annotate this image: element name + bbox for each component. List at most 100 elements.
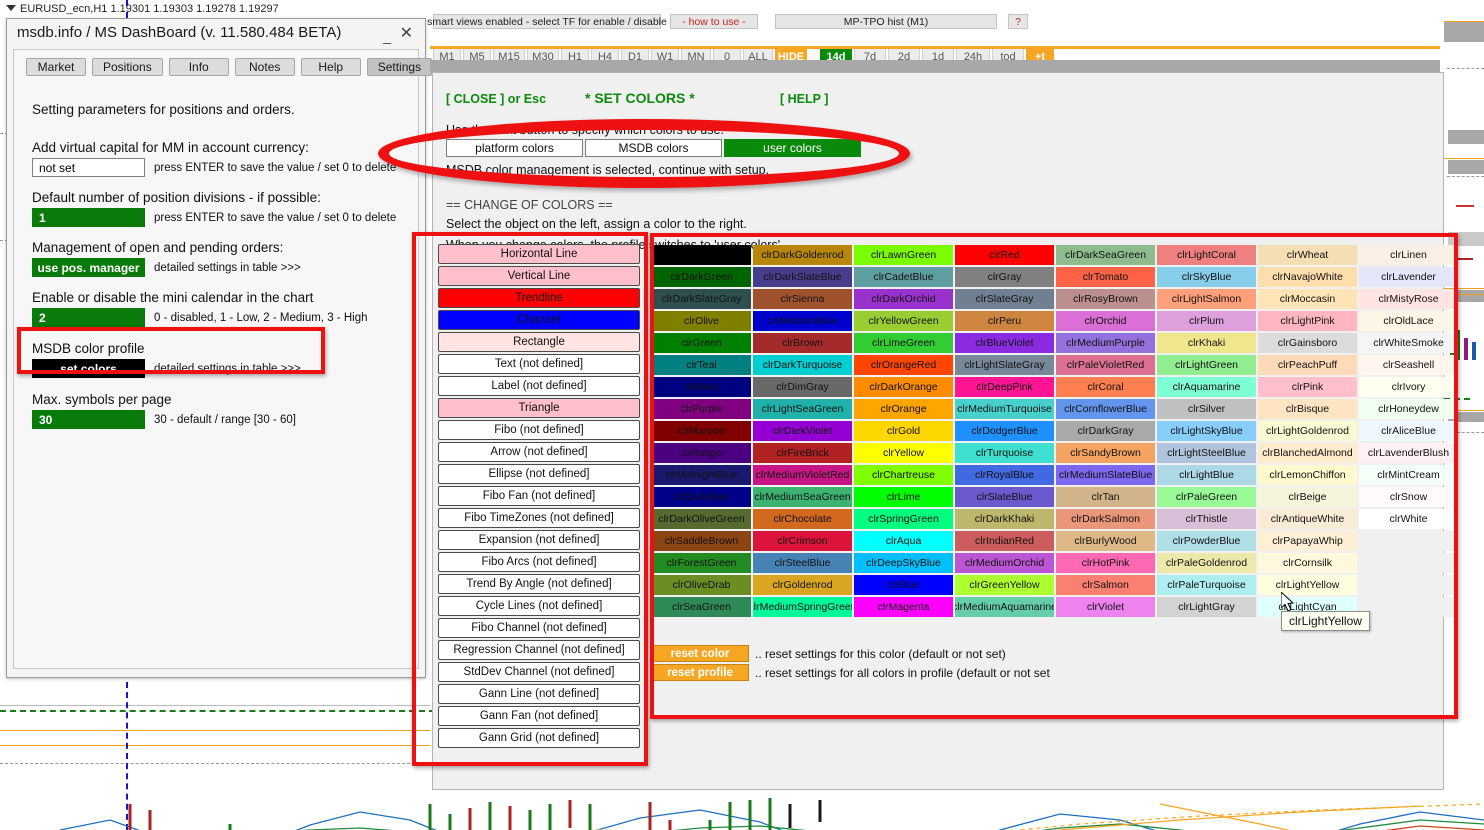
color-swatch[interactable]: clrDarkOrange: [854, 377, 953, 397]
color-swatch[interactable]: clrIndianRed: [955, 531, 1054, 551]
color-swatch[interactable]: clrCoral: [1056, 377, 1155, 397]
color-swatch[interactable]: clrLightSkyBlue: [1157, 421, 1256, 441]
msdb-colors-button[interactable]: MSDB colors: [585, 139, 722, 157]
color-swatch[interactable]: clrOldLace: [1359, 311, 1458, 331]
color-swatch[interactable]: clrLavenderBlush: [1359, 443, 1458, 463]
tab-settings[interactable]: Settings: [366, 58, 433, 76]
color-swatch[interactable]: clrSaddleBrown: [652, 531, 751, 551]
color-swatch[interactable]: clrSandyBrown: [1056, 443, 1155, 463]
color-swatch[interactable]: clrMistyRose: [1359, 289, 1458, 309]
color-swatch[interactable]: clrMintCream: [1359, 465, 1458, 485]
color-swatch[interactable]: clrRoyalBlue: [955, 465, 1054, 485]
tab-help[interactable]: Help: [300, 58, 361, 76]
color-swatch[interactable]: clrThistle: [1157, 509, 1256, 529]
color-swatch[interactable]: clrOrangeRed: [854, 355, 953, 375]
set-colors-button[interactable]: set colors: [32, 359, 145, 378]
object-list-item[interactable]: StdDev Channel (not defined]: [438, 662, 640, 682]
color-swatch[interactable]: clrAliceBlue: [1359, 421, 1458, 441]
object-list-item[interactable]: Triangle: [438, 398, 640, 418]
color-swatch[interactable]: clrSlateGray: [955, 289, 1054, 309]
object-list-item[interactable]: Regression Channel (not defined]: [438, 640, 640, 660]
color-swatch[interactable]: clrDarkSlateBlue: [753, 267, 852, 287]
color-swatch[interactable]: clrPeru: [955, 311, 1054, 331]
color-swatch[interactable]: clrLightSalmon: [1157, 289, 1256, 309]
color-swatch[interactable]: clrLawnGreen: [854, 245, 953, 265]
color-swatch[interactable]: clrDarkGray: [1056, 421, 1155, 441]
color-swatch[interactable]: clrSlateBlue: [955, 487, 1054, 507]
color-swatch[interactable]: clrRed: [955, 245, 1054, 265]
color-swatch[interactable]: clrSilver: [1157, 399, 1256, 419]
color-swatch[interactable]: clrGold: [854, 421, 953, 441]
color-swatch[interactable]: clrLightGoldenrod: [1258, 421, 1357, 441]
color-swatch[interactable]: clrDarkGreen: [652, 267, 751, 287]
color-swatch[interactable]: clrPaleTurquoise: [1157, 575, 1256, 595]
user-colors-button[interactable]: user colors: [724, 139, 861, 157]
color-swatch[interactable]: clrMidnightBlue: [652, 465, 751, 485]
color-swatch[interactable]: clrDarkSlateGray: [652, 289, 751, 309]
object-list-item[interactable]: Vertical Line: [438, 266, 640, 286]
color-swatch[interactable]: clrMediumSpringGreen: [753, 597, 852, 617]
object-list-item[interactable]: Trend By Angle (not defined]: [438, 574, 640, 594]
color-swatch[interactable]: clrLimeGreen: [854, 333, 953, 353]
color-swatch[interactable]: clrAntiqueWhite: [1258, 509, 1357, 529]
color-swatch[interactable]: clrOlive: [652, 311, 751, 331]
color-swatch[interactable]: clrMediumVioletRed: [753, 465, 852, 485]
color-swatch[interactable]: clrGoldenrod: [753, 575, 852, 595]
color-swatch[interactable]: clrDarkViolet: [753, 421, 852, 441]
color-swatch[interactable]: clrMoccasin: [1258, 289, 1357, 309]
color-swatch[interactable]: clrNavajoWhite: [1258, 267, 1357, 287]
color-swatch[interactable]: clrMediumBlue: [753, 311, 852, 331]
color-swatch[interactable]: clrTan: [1056, 487, 1155, 507]
chart-collapse-icon[interactable]: [6, 5, 16, 11]
reset-color-button[interactable]: reset color: [651, 645, 749, 662]
color-swatch[interactable]: clrBisque: [1258, 399, 1357, 419]
tab-info[interactable]: Info: [168, 58, 229, 76]
object-list-item[interactable]: Fibo Fan (not defined]: [438, 486, 640, 506]
tab-notes[interactable]: Notes: [234, 58, 295, 76]
color-swatch[interactable]: clrLightYellow: [1258, 575, 1357, 595]
color-swatch[interactable]: clrCrimson: [753, 531, 852, 551]
color-swatch[interactable]: clrOrange: [854, 399, 953, 419]
color-swatch[interactable]: clrViolet: [1056, 597, 1155, 617]
color-swatch[interactable]: clrGray: [955, 267, 1054, 287]
how-to-use-link[interactable]: - how to use -: [670, 14, 758, 29]
color-swatch[interactable]: clrPeachPuff: [1258, 355, 1357, 375]
color-swatch[interactable]: clrForestGreen: [652, 553, 751, 573]
color-swatch[interactable]: clrGreenYellow: [955, 575, 1054, 595]
color-swatch[interactable]: clrSeashell: [1359, 355, 1458, 375]
color-swatch[interactable]: clrWhite: [1359, 509, 1458, 529]
color-swatch[interactable]: clrLime: [854, 487, 953, 507]
max-symbols-input[interactable]: 30: [32, 410, 145, 429]
color-swatch[interactable]: clrBeige: [1258, 487, 1357, 507]
color-swatch[interactable]: clrChartreuse: [854, 465, 953, 485]
color-swatch[interactable]: clrGreen: [652, 333, 751, 353]
color-swatch[interactable]: clrLinen: [1359, 245, 1458, 265]
color-swatch[interactable]: clrPapayaWhip: [1258, 531, 1357, 551]
color-swatch[interactable]: clrLightGray: [1157, 597, 1256, 617]
color-swatch[interactable]: clrDarkOliveGreen: [652, 509, 751, 529]
msdb-title-bar[interactable]: msdb.info / MS DashBoard (v. 11.580.484 …: [7, 19, 425, 49]
color-swatch[interactable]: clrChocolate: [753, 509, 852, 529]
color-swatch[interactable]: clrMediumPurple: [1056, 333, 1155, 353]
color-swatch[interactable]: clrTurquoise: [955, 443, 1054, 463]
color-swatch[interactable]: clrLightSlateGray: [955, 355, 1054, 375]
color-swatch[interactable]: clrMediumAquamarine: [955, 597, 1054, 617]
color-swatch[interactable]: clrDarkSalmon: [1056, 509, 1155, 529]
virtual-capital-input[interactable]: not set: [32, 158, 145, 177]
color-swatch[interactable]: clrPaleVioletRed: [1056, 355, 1155, 375]
object-list-item[interactable]: Arrow (not defined]: [438, 442, 640, 462]
color-swatch[interactable]: clrLightPink: [1258, 311, 1357, 331]
color-swatch[interactable]: clrFireBrick: [753, 443, 852, 463]
color-swatch[interactable]: clrRosyBrown: [1056, 289, 1155, 309]
object-list-item[interactable]: Ellipse (not defined]: [438, 464, 640, 484]
object-list-item[interactable]: Expansion (not defined]: [438, 530, 640, 550]
color-swatch[interactable]: clrSteelBlue: [753, 553, 852, 573]
color-swatch[interactable]: clrLavender: [1359, 267, 1458, 287]
color-swatch[interactable]: clrHotPink: [1056, 553, 1155, 573]
object-list-item[interactable]: Fibo (not defined]: [438, 420, 640, 440]
color-swatch[interactable]: clrLightGreen: [1157, 355, 1256, 375]
object-list-item[interactable]: Cycle Lines (not defined]: [438, 596, 640, 616]
color-swatch[interactable]: clrSienna: [753, 289, 852, 309]
color-swatch[interactable]: clrDeepPink: [955, 377, 1054, 397]
color-swatch[interactable]: clrDarkKhaki: [955, 509, 1054, 529]
